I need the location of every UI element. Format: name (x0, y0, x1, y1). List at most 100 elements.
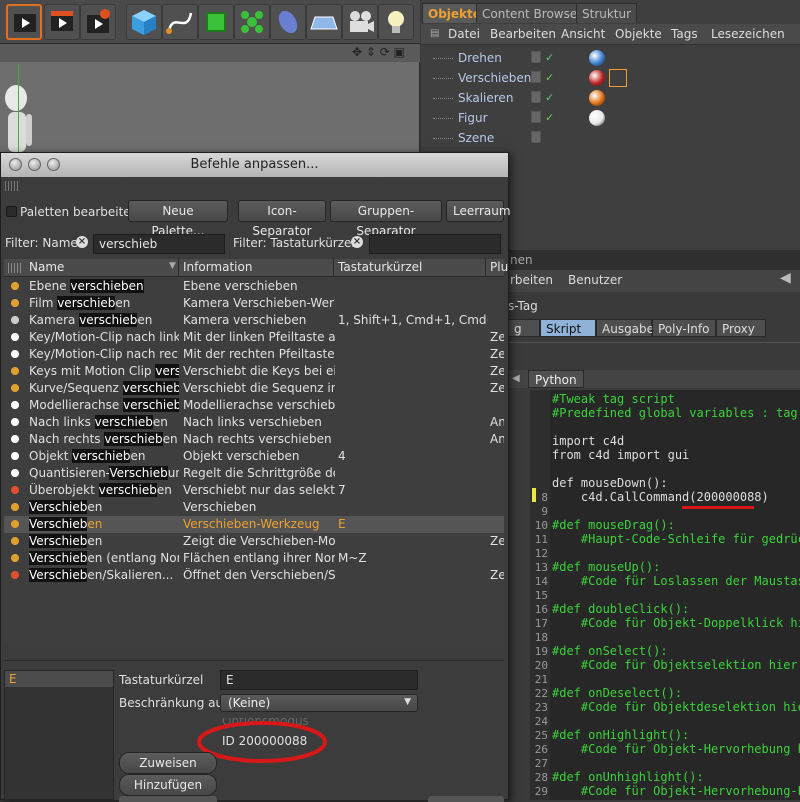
menu-bookmarks[interactable]: Lesezeichen (711, 27, 785, 41)
zoom-window-button[interactable] (47, 158, 60, 171)
partial-button[interactable] (119, 796, 217, 802)
spline-button[interactable] (162, 4, 198, 40)
menu-objects[interactable]: Objekte (615, 27, 662, 41)
column-information[interactable]: Information (183, 260, 252, 274)
code-line[interactable]: #Predefined global variables : tag, op (552, 406, 800, 420)
object-row[interactable]: Verschieben ✓ (421, 68, 800, 88)
code-line[interactable]: #def onSelect(): (552, 644, 668, 658)
code-line[interactable]: #def doubleClick(): (552, 602, 689, 616)
new-palette-button[interactable]: Neue Palette... (128, 200, 228, 238)
assign-button[interactable]: Zuweisen (119, 752, 217, 774)
menu-edit[interactable]: Bearbeiten (490, 27, 556, 41)
code-line[interactable]: #def mouseUp(): (552, 560, 660, 574)
object-row[interactable]: Szene (421, 128, 800, 148)
code-line[interactable]: #def onDeselect(): (552, 686, 682, 700)
visibility-icon[interactable] (531, 131, 541, 143)
tab-output[interactable]: Ausgabe (596, 319, 654, 337)
partial-button[interactable] (428, 796, 504, 802)
object-name[interactable]: Skalieren (458, 91, 513, 105)
menu-edit-fragment[interactable]: rbeiten (510, 273, 553, 287)
code-line[interactable]: import c4d (552, 434, 624, 448)
camera-button[interactable] (342, 4, 378, 40)
code-line[interactable]: #Code für Objektdeselektion hier e (552, 700, 800, 714)
object-name[interactable]: Figur (458, 111, 488, 125)
code-line[interactable]: c4d.CallCommand(200000088) (552, 490, 769, 504)
enabled-check-icon[interactable]: ✓ (545, 111, 554, 124)
selected-tag-frame[interactable] (609, 69, 627, 87)
add-button[interactable]: Hinzufügen (119, 774, 217, 796)
command-row[interactable]: Modellierachse verschiebenModellierachse… (4, 397, 504, 414)
tab-tag[interactable]: g (508, 319, 540, 337)
light-button[interactable] (378, 4, 414, 40)
visibility-icon[interactable] (531, 51, 541, 63)
render-settings-button[interactable] (80, 4, 116, 40)
floor-button[interactable] (306, 4, 342, 40)
object-row[interactable]: Figur ✓ (421, 108, 800, 128)
viewport-nav-icons[interactable]: ✥ ⇕ ⟳ ▣ (352, 45, 405, 59)
object-name[interactable]: Verschieben (458, 71, 531, 85)
clear-shortcut-filter-icon[interactable]: × (351, 236, 363, 248)
tab-script[interactable]: Skript (540, 319, 596, 337)
code-line[interactable]: #Code für Loslassen der Maustaste (552, 574, 800, 588)
visibility-icon[interactable] (531, 111, 541, 123)
spacer-button[interactable]: Leerraum (446, 200, 511, 222)
code-line[interactable]: #Code für Objekt-Hervorhebung hier (552, 742, 800, 756)
command-row[interactable]: Objekt verschieben Objekt verschieben 4 (4, 448, 504, 465)
code-line[interactable]: #Haupt-Code-Schleife für gedrückte (552, 532, 800, 546)
command-row[interactable]: Film verschieben Kamera Verschieben-Werkz… (4, 295, 504, 312)
column-name[interactable]: Name (29, 260, 64, 274)
tab-poly-info[interactable]: Poly-Info (652, 319, 716, 337)
group-separator-button[interactable]: Gruppen-Separator (330, 200, 442, 238)
shortcut-list[interactable]: E (4, 670, 114, 800)
palette-edit-checkbox[interactable] (6, 206, 17, 217)
collapse-arrow-icon[interactable]: ◀ (512, 373, 520, 384)
command-row[interactable]: Überobjekt verschieben Verschiebt nur das… (4, 482, 504, 499)
python-tag-icon[interactable] (589, 90, 605, 106)
code-line[interactable]: #def onUnhighlight(): (552, 770, 704, 784)
cube-object-button[interactable] (126, 4, 162, 40)
command-row[interactable]: Quantisieren-Verschiebungs Regelt die Sch… (4, 465, 504, 482)
menu-tags[interactable]: Tags (671, 27, 698, 41)
grip-icon[interactable] (5, 181, 19, 191)
render-view-button[interactable] (6, 4, 42, 40)
menu-view[interactable]: Ansicht (561, 27, 605, 41)
attribute-tab-fragment[interactable]: nen (510, 253, 533, 267)
menu-user[interactable]: Benutzer (568, 273, 622, 287)
python-tag-icon[interactable] (589, 50, 605, 66)
command-row[interactable]: Keys mit Motion Clip verschi Verschiebt d… (4, 363, 504, 380)
object-row[interactable]: Drehen ✓ (421, 48, 800, 68)
tab-content-browser[interactable]: Content Browser (476, 3, 589, 23)
column-plugin[interactable]: Plu (490, 260, 508, 274)
shortcut-input[interactable]: E (220, 670, 418, 690)
close-window-button[interactable] (9, 158, 22, 171)
back-arrow-icon[interactable]: ◀ (780, 270, 791, 286)
code-line[interactable]: #Tweak tag script (552, 392, 675, 406)
enabled-check-icon[interactable]: ✓ (545, 71, 554, 84)
clear-name-filter-icon[interactable]: × (76, 236, 88, 248)
deformer-button[interactable] (270, 4, 306, 40)
command-row[interactable]: Verschieben/Skalieren... Öffnet den Versc… (4, 567, 504, 584)
code-line[interactable]: def mouseDown(): (552, 476, 668, 490)
code-line[interactable]: #Code für Objekt-Doppelklick hier (552, 616, 800, 630)
tab-proxy[interactable]: Proxy (716, 319, 766, 337)
object-name[interactable]: Drehen (458, 51, 502, 65)
command-row[interactable]: Kurve/Sequenz verschieben Verschiebt die … (4, 380, 504, 397)
icon-separator-button[interactable]: Icon-Separator (238, 200, 326, 238)
tab-structure[interactable]: Struktur (576, 3, 638, 23)
enabled-check-icon[interactable]: ✓ (545, 91, 554, 104)
code-line[interactable]: #Code für Objekt-Hervorhebung-Ende (552, 784, 800, 798)
python-tag-icon[interactable] (589, 70, 605, 86)
name-filter-input[interactable]: verschieb (93, 234, 225, 254)
code-line[interactable]: #def mouseDrag(): (552, 518, 675, 532)
visibility-icon[interactable] (531, 71, 541, 83)
column-shortcut[interactable]: Tastaturkürzel (338, 260, 422, 274)
command-row[interactable]: Kamera verschieben Kamera verschieben 1, S… (4, 312, 504, 329)
command-row[interactable]: Key/Motion-Clip nach links Mit der linken… (4, 329, 504, 346)
object-row[interactable]: Skalieren ✓ (421, 88, 800, 108)
minimize-window-button[interactable] (28, 158, 41, 171)
shortcut-list-item[interactable]: E (9, 672, 17, 686)
command-row[interactable]: Verschieben Verschieben-Werkzeug E (4, 516, 504, 533)
subdivision-button[interactable] (198, 4, 234, 40)
tab-python[interactable]: Python (528, 370, 584, 388)
command-row[interactable]: Verschieben Verschieben (4, 499, 504, 516)
